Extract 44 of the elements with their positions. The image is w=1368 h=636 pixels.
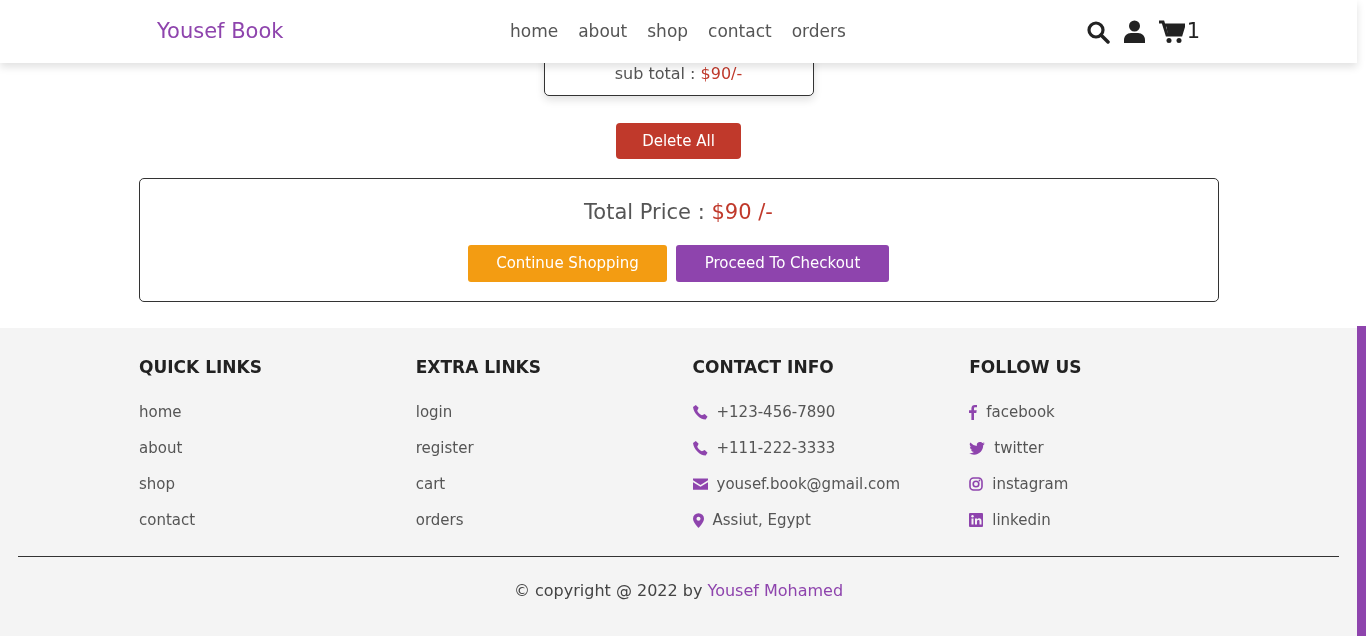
footer-link[interactable]: instagram [992, 472, 1069, 496]
footer-link[interactable]: about [139, 436, 183, 460]
footer-link[interactable]: login [415, 400, 453, 424]
footer-heading: EXTRA LINKS [415, 356, 543, 377]
nav-link[interactable]: shop [647, 18, 689, 45]
phone-icon [692, 440, 708, 456]
total-price-text: Total Price : $90 /- [584, 199, 773, 226]
cart-count: 1 [1186, 17, 1200, 45]
footer-heading: CONTACT INFO [692, 356, 835, 377]
checkout-button[interactable]: Proceed To Checkout [676, 244, 889, 282]
facebook-icon [969, 404, 978, 420]
footer-link[interactable]: yousef.book@gmail.com [716, 472, 901, 496]
copyright-text: © copyright @ 2022 by Yousef Mohamed [512, 580, 845, 602]
user-icon[interactable] [1123, 20, 1145, 43]
nav-link[interactable]: orders [791, 18, 846, 45]
footer-heading: FOLLOW US [969, 356, 1083, 377]
footer-link[interactable]: register [415, 436, 474, 460]
footer-link[interactable]: twitter [994, 436, 1044, 460]
nav-link[interactable]: about [578, 18, 628, 45]
search-icon[interactable] [1085, 19, 1110, 44]
nav-link[interactable]: home [510, 18, 559, 45]
footer-link[interactable]: facebook [986, 400, 1055, 424]
footer-heading: QUICK LINKS [139, 356, 263, 377]
phone-icon [692, 404, 708, 420]
footer-link[interactable]: home [139, 400, 182, 424]
footer-link[interactable]: cart [415, 472, 446, 496]
envelope-icon [692, 478, 708, 490]
location-pin-icon [692, 512, 704, 528]
footer-link[interactable]: +111-222-3333 [716, 436, 836, 460]
footer-link[interactable]: shop [139, 472, 176, 496]
scrollbar-thumb[interactable] [1357, 326, 1366, 636]
cart-icon[interactable] [1158, 19, 1185, 44]
delete-all-button[interactable]: Delete All [616, 123, 741, 159]
nav-link[interactable]: contact [708, 18, 772, 45]
logo[interactable]: Yousef Book [157, 15, 457, 48]
sub-total-text: sub total : $90/- [614, 63, 743, 85]
instagram-icon [969, 477, 984, 491]
bird-icon [969, 441, 986, 455]
footer-link[interactable]: Assiut, Egypt [712, 508, 811, 532]
footer-link[interactable]: contact [139, 508, 196, 532]
footer-link[interactable]: linkedin [992, 508, 1051, 532]
linkedin-icon [969, 513, 984, 527]
footer-link[interactable]: orders [415, 508, 464, 532]
footer-link[interactable]: +123-456-7890 [716, 400, 836, 424]
